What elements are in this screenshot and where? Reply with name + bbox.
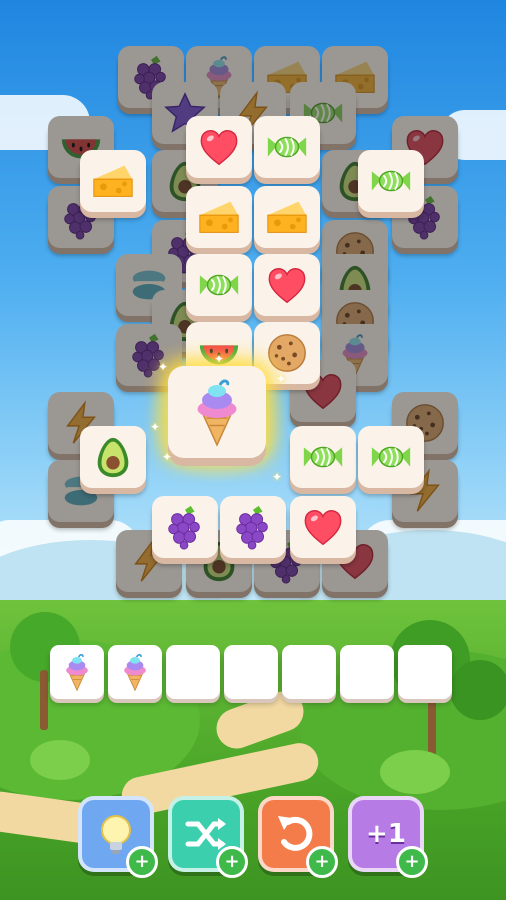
tree-trunk (40, 670, 48, 730)
extra-slot-button[interactable]: +1 + (348, 796, 428, 878)
sparkle-icon: ✦ (150, 420, 161, 434)
tile-cheese[interactable] (254, 186, 320, 248)
grapes-icon (162, 504, 208, 550)
cheese-icon (90, 158, 136, 204)
tile-heart[interactable] (254, 254, 320, 316)
hint-button[interactable]: + (78, 796, 158, 878)
tree (450, 660, 506, 720)
candy-icon (300, 434, 346, 480)
tray-slot-filled (108, 645, 162, 699)
tray-slot-filled (50, 645, 104, 699)
tile-candy[interactable] (290, 426, 356, 488)
heart-icon (300, 504, 346, 550)
tray-slot-empty (224, 645, 278, 699)
grapes-icon (230, 504, 276, 550)
sparkle-icon: ✦ (272, 470, 283, 484)
tile-candy[interactable] (358, 426, 424, 488)
plus-one-icon: +1 (366, 819, 406, 849)
tray-slot-empty (282, 645, 336, 699)
candy-icon (368, 434, 414, 480)
tile-cheese[interactable] (80, 150, 146, 212)
add-extra-slot-icon[interactable]: + (396, 846, 428, 878)
tile-heart[interactable] (186, 116, 252, 178)
tile-cheese[interactable] (186, 186, 252, 248)
cheese-icon (264, 194, 310, 240)
powerup-bar: + + + +1 + (0, 796, 506, 882)
tile-heart[interactable] (290, 496, 356, 558)
add-undo-icon[interactable]: + (306, 846, 338, 878)
tile-grapes[interactable] (220, 496, 286, 558)
ice-cream-icon (115, 652, 155, 692)
cheese-icon (196, 194, 242, 240)
tray-slot-empty (166, 645, 220, 699)
add-hint-icon[interactable]: + (126, 846, 158, 878)
ice-cream-icon (181, 376, 253, 448)
tile-board: ✦ ✦ ✦ ✦ ✦ ✦ (0, 0, 506, 620)
undo-button[interactable]: + (258, 796, 338, 878)
tile-avocado[interactable] (80, 426, 146, 488)
tile-highlighted[interactable] (168, 366, 266, 458)
bush (30, 740, 90, 780)
tile-candy[interactable] (254, 116, 320, 178)
bush (380, 750, 450, 794)
sparkle-icon: ✦ (276, 372, 287, 386)
tray-slot-empty (398, 645, 452, 699)
ice-cream-icon (57, 652, 97, 692)
tile-candy[interactable] (186, 254, 252, 316)
candy-icon (196, 262, 242, 308)
heart-icon (264, 262, 310, 308)
tray-slot-empty (340, 645, 394, 699)
candy-icon (264, 124, 310, 170)
sparkle-icon: ✦ (158, 360, 169, 374)
shuffle-button[interactable]: + (168, 796, 248, 878)
candy-icon (368, 158, 414, 204)
add-shuffle-icon[interactable]: + (216, 846, 248, 878)
tree-trunk (428, 690, 436, 760)
avocado-icon (90, 434, 136, 480)
heart-icon (196, 124, 242, 170)
tile-tray (50, 645, 452, 699)
sparkle-icon: ✦ (214, 352, 225, 366)
tile-candy[interactable] (358, 150, 424, 212)
tile-grapes[interactable] (152, 496, 218, 558)
sparkle-icon: ✦ (162, 450, 173, 464)
